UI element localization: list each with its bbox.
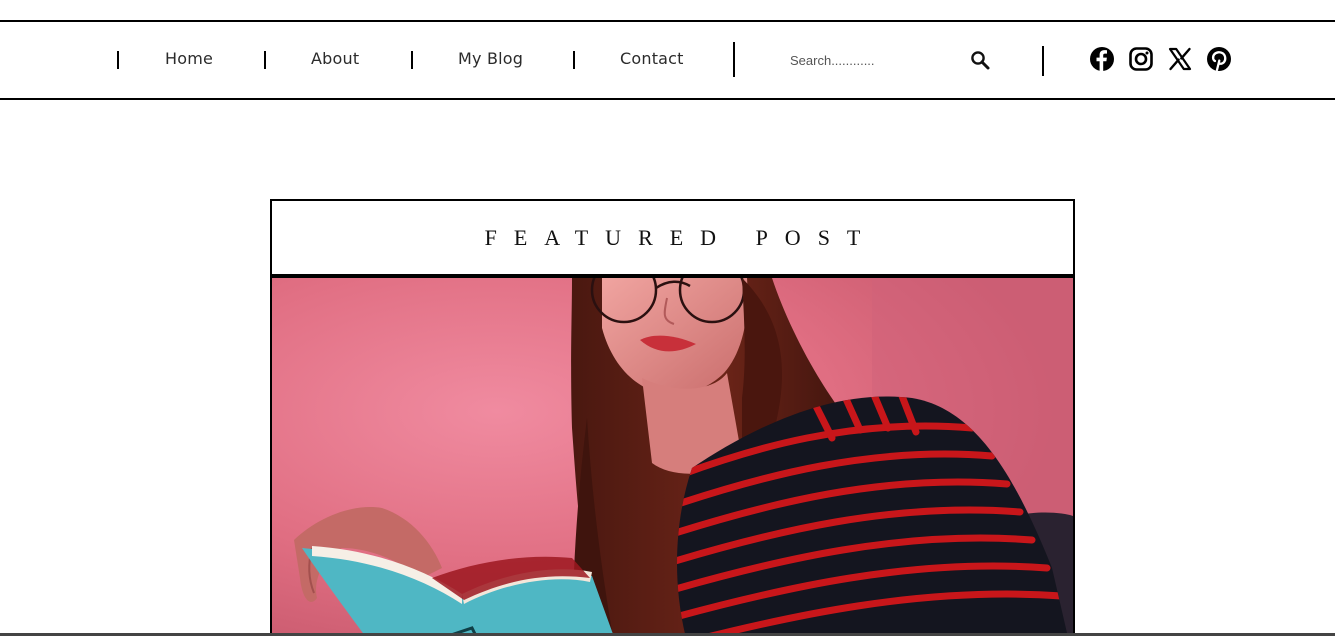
featured-post-image[interactable] [272, 278, 1073, 636]
nav-separator [733, 42, 735, 77]
nav-link-home[interactable]: Home [165, 49, 213, 69]
featured-post-heading: FEATURED POST [272, 201, 1073, 278]
nav-separator [1042, 46, 1044, 76]
nav-separator [411, 51, 413, 69]
facebook-icon[interactable] [1089, 46, 1115, 72]
featured-post-card: FEATURED POST [270, 199, 1075, 636]
search-icon[interactable] [968, 48, 992, 72]
pinterest-icon[interactable] [1206, 46, 1232, 72]
nav-separator [264, 51, 266, 69]
nav-link-my-blog[interactable]: My Blog [458, 49, 523, 69]
nav-separator [117, 51, 119, 69]
nav-link-about[interactable]: About [311, 49, 359, 69]
page: Home About My Blog Contact Search.......… [0, 0, 1335, 636]
nav-separator [573, 51, 575, 69]
search-input[interactable] [790, 49, 950, 71]
nav-link-contact[interactable]: Contact [620, 49, 684, 69]
instagram-icon[interactable] [1128, 46, 1154, 72]
x-icon[interactable] [1167, 46, 1193, 72]
top-navbar: Home About My Blog Contact [0, 20, 1335, 100]
